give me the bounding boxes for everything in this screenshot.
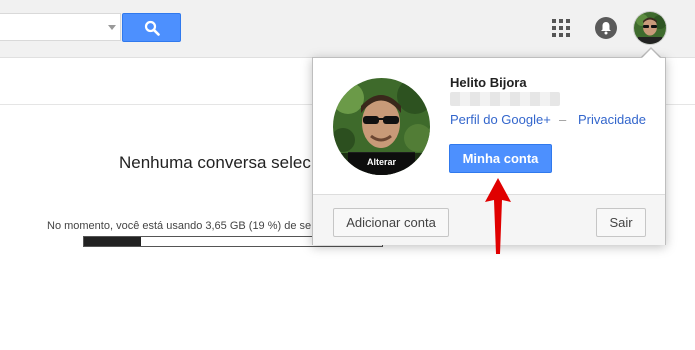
profile-photo[interactable]: Alterar	[333, 78, 430, 175]
search-input[interactable]	[0, 13, 121, 41]
my-account-button[interactable]: Minha conta	[449, 144, 552, 173]
user-email-redacted	[450, 92, 560, 106]
link-separator: –	[559, 112, 567, 127]
search-options-chevron-down-icon[interactable]	[108, 25, 116, 30]
bell-icon[interactable]	[595, 17, 617, 39]
empty-conversation-message: Nenhuma conversa selecio	[119, 153, 325, 172]
annotation-arrow-icon	[485, 178, 511, 254]
apps-grid-icon[interactable]	[552, 19, 570, 37]
user-name: Helito Bijora	[450, 75, 527, 90]
sign-out-button[interactable]: Sair	[596, 208, 646, 237]
avatar[interactable]	[634, 12, 666, 44]
top-bar	[0, 0, 695, 58]
google-plus-profile-link[interactable]: Perfil do Google+	[450, 112, 551, 127]
storage-usage-text: No momento, você está usando 3,65 GB (19…	[47, 220, 312, 232]
storage-usage-fill	[84, 237, 141, 246]
popup-pointer-inner	[641, 49, 661, 59]
search-button[interactable]	[122, 13, 181, 42]
search-icon	[144, 20, 160, 36]
privacy-link[interactable]: Privacidade	[578, 112, 646, 127]
change-photo-label[interactable]: Alterar	[333, 153, 430, 175]
add-account-button[interactable]: Adicionar conta	[333, 208, 449, 237]
